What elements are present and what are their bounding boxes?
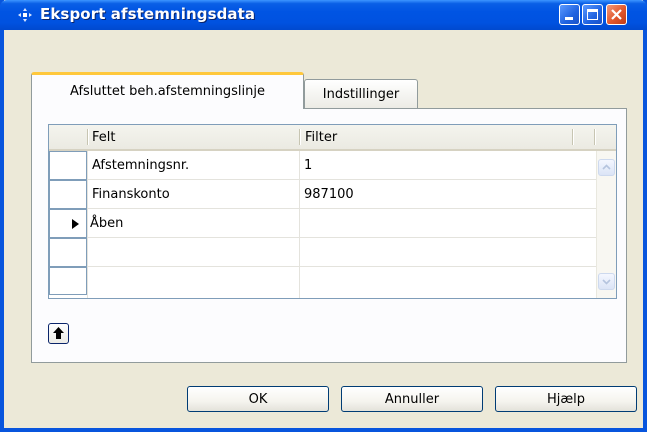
move-up-button[interactable] <box>48 323 69 344</box>
minimize-icon <box>565 17 573 20</box>
filter-cell[interactable] <box>299 238 596 267</box>
close-button[interactable] <box>606 4 627 25</box>
scroll-down-button[interactable] <box>598 273 615 290</box>
filter-cell[interactable] <box>299 209 596 238</box>
table-row[interactable] <box>49 238 596 270</box>
header-separator <box>572 129 573 145</box>
arrow-up-icon <box>53 327 64 339</box>
table-row-current[interactable]: Åben <box>49 209 596 241</box>
help-button[interactable]: Hjælp <box>495 386 637 412</box>
row-selector[interactable] <box>49 151 87 180</box>
tab-indstillinger[interactable]: Indstillinger <box>304 79 418 108</box>
row-selector[interactable] <box>49 180 87 209</box>
window-title: Eksport afstemningsdata <box>40 5 256 23</box>
filter-grid: Felt Filter Afstemningsnr. 1 Finanskonto… <box>48 124 617 299</box>
column-header-filter[interactable]: Filter <box>301 125 571 149</box>
header-selector-cell <box>49 125 87 149</box>
filter-cell[interactable]: 987100 <box>299 180 596 209</box>
tab-afsluttet[interactable]: Afsluttet beh.afstemningslinje <box>31 72 304 109</box>
tab-label: Indstillinger <box>322 86 400 102</box>
row-selector[interactable] <box>49 238 87 267</box>
field-cell[interactable]: Afstemningsnr. <box>87 151 299 180</box>
row-selector[interactable] <box>49 209 87 238</box>
current-row-arrow-icon <box>72 219 79 229</box>
table-row[interactable]: Afstemningsnr. 1 <box>49 151 596 183</box>
vertical-scrollbar[interactable] <box>596 151 616 298</box>
field-cell[interactable]: Åben <box>87 209 299 238</box>
chevron-down-icon <box>602 279 611 285</box>
field-cell[interactable] <box>87 238 299 267</box>
chevron-up-icon <box>602 164 611 170</box>
maximize-button[interactable] <box>582 4 603 25</box>
header-separator <box>594 129 595 145</box>
close-icon <box>611 9 622 20</box>
dialog-window: Eksport afstemningsdata Afsluttet beh.af… <box>0 0 647 432</box>
table-row[interactable] <box>49 267 596 299</box>
header-separator <box>299 129 300 145</box>
row-selector[interactable] <box>49 267 87 295</box>
field-cell[interactable] <box>87 267 299 295</box>
cancel-button[interactable]: Annuller <box>341 386 483 412</box>
move-arrows-icon <box>18 8 32 22</box>
ok-button[interactable]: OK <box>187 386 329 412</box>
scroll-up-button[interactable] <box>598 159 615 176</box>
grid-header: Felt Filter <box>49 125 616 151</box>
minimize-button[interactable] <box>559 4 580 25</box>
filter-cell[interactable] <box>299 267 596 295</box>
column-header-felt[interactable]: Felt <box>88 125 298 149</box>
field-cell[interactable]: Finanskonto <box>87 180 299 209</box>
filter-cell[interactable]: 1 <box>299 151 596 180</box>
title-bar[interactable]: Eksport afstemningsdata <box>0 0 647 30</box>
table-row[interactable]: Finanskonto 987100 <box>49 180 596 212</box>
tab-label: Afsluttet beh.afstemningslinje <box>70 83 265 99</box>
maximize-icon <box>587 9 598 20</box>
